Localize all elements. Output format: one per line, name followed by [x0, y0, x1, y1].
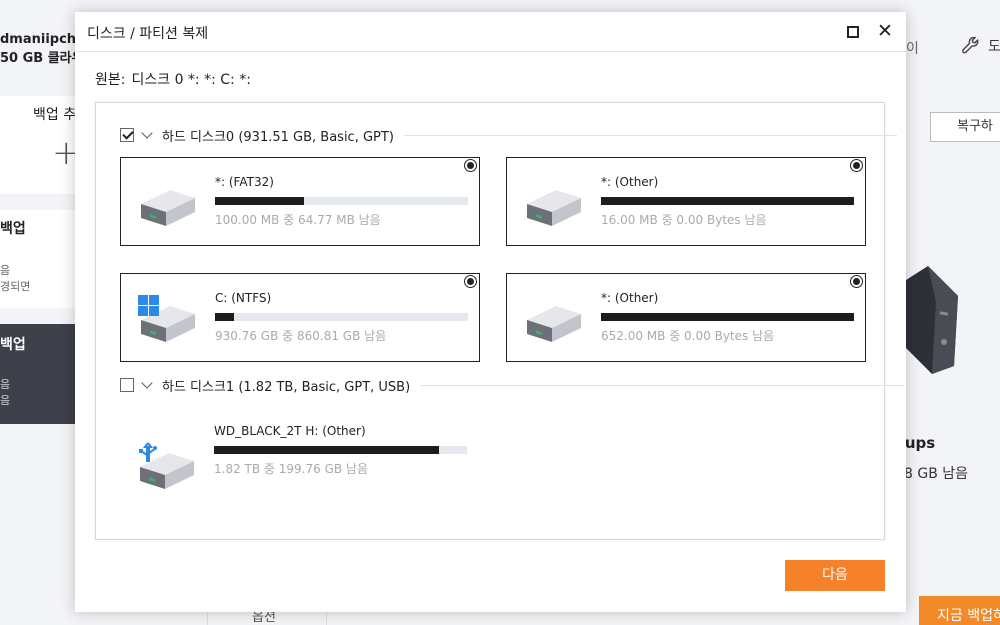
- maximize-icon: [847, 26, 859, 38]
- partition-card[interactable]: *: (FAT32) 100.00 MB 중 64.77 MB 남음: [120, 157, 480, 246]
- backups-size: 8 GB 남음: [906, 466, 969, 482]
- usage-bar: [601, 313, 854, 321]
- partition-name: C: (NTFS): [215, 291, 272, 305]
- close-button[interactable]: ✕: [875, 21, 895, 41]
- partition-name: *: (FAT32): [215, 175, 274, 189]
- backup-card-line: 음: [0, 378, 11, 391]
- divider: [207, 610, 208, 625]
- backup-card[interactable]: 백업 음 경되면: [0, 210, 78, 308]
- usage-bar: [215, 197, 468, 205]
- usage-bar: [215, 313, 468, 321]
- partition-item[interactable]: WD_BLACK_2T H: (Other) 1.82 TB 중 199.76 …: [120, 421, 480, 511]
- divider: [326, 610, 327, 625]
- maximize-button[interactable]: [845, 24, 861, 40]
- dialog-title: 디스크 / 파티션 복제: [87, 26, 209, 42]
- tools-label: 도: [988, 39, 1000, 55]
- partition-card[interactable]: C: (NTFS) 930.76 GB 중 860.81 GB 남음: [120, 273, 480, 362]
- partition-size: 652.00 MB 중 0.00 Bytes 남음: [601, 329, 775, 343]
- partition-card[interactable]: *: (Other) 16.00 MB 중 0.00 Bytes 남음: [506, 157, 866, 246]
- source-line: 원본: 디스크 0 *: *: C: *:: [95, 69, 251, 89]
- usage-bar-fill: [214, 446, 440, 454]
- chevron-down-icon[interactable]: [141, 126, 153, 139]
- partition-size: 930.76 GB 중 860.81 GB 남음: [215, 329, 387, 343]
- header-fragment: 이: [906, 41, 919, 57]
- windows-hdd-icon: [138, 295, 195, 342]
- backup-card-title: 백업: [0, 337, 26, 353]
- partition-name: *: (Other): [601, 291, 659, 305]
- disk0-name: 하드 디스크0 (931.51 GB, Basic, GPT): [162, 129, 394, 145]
- backup-card-line: 음: [0, 264, 11, 277]
- close-icon: ✕: [877, 20, 893, 42]
- backup-card-title: 백업: [0, 221, 26, 237]
- partition-radio[interactable]: [464, 159, 477, 172]
- disk-header: 하드 디스크1 (1.82 TB, Basic, GPT, USB): [120, 375, 905, 395]
- usb-hdd-icon: [139, 442, 194, 489]
- usage-bar: [214, 446, 467, 454]
- clone-dialog: 디스크 / 파티션 복제 ✕ 원본: 디스크 0 *: *: C: *: 하드 디…: [75, 12, 906, 612]
- background-left-pane: dmaniipch@ 50 GB 클라우 백업 추 + 백업 음 경되면 백업 …: [0, 0, 78, 625]
- background-right-pane: 이 도 복구하 ckups 8 GB 남음 지금 백업하: [906, 0, 1000, 625]
- create-backup-card[interactable]: 백업 추 +: [0, 96, 78, 194]
- hdd-icon: [527, 190, 581, 226]
- backup-card-selected[interactable]: 백업 음 음: [0, 324, 78, 424]
- partition-name: WD_BLACK_2T H: (Other): [214, 424, 366, 438]
- backup-card-line: 경되면: [0, 280, 31, 293]
- backup-card-line: 음: [0, 394, 11, 407]
- disk1-checkbox[interactable]: [120, 378, 134, 392]
- usage-bar-fill: [215, 313, 234, 321]
- disk1-name: 하드 디스크1 (1.82 TB, Basic, GPT, USB): [162, 379, 411, 395]
- account-info: dmaniipch@ 50 GB 클라우: [0, 30, 78, 68]
- dialog-header: 디스크 / 파티션 복제 ✕: [75, 12, 906, 52]
- usage-bar: [601, 197, 854, 205]
- tools-menu[interactable]: 도: [962, 36, 1000, 56]
- source-label: 원본:: [95, 72, 126, 88]
- usage-bar-fill: [601, 197, 854, 205]
- usage-bar-fill: [215, 197, 304, 205]
- hdd-icon: [527, 306, 581, 342]
- disk-header: 하드 디스크0 (931.51 GB, Basic, GPT): [120, 125, 897, 145]
- restore-button[interactable]: 복구하: [930, 112, 1000, 142]
- divider: [420, 384, 905, 386]
- disk0-checkbox[interactable]: [120, 128, 134, 142]
- partition-size: 100.00 MB 중 64.77 MB 남음: [215, 213, 381, 227]
- backup-now-button[interactable]: 지금 백업하: [919, 596, 1000, 625]
- partition-card[interactable]: *: (Other) 652.00 MB 중 0.00 Bytes 남음: [506, 273, 866, 362]
- cloud-storage: 50 GB 클라우: [0, 51, 78, 66]
- wrench-icon: [962, 37, 979, 54]
- partition-radio[interactable]: [850, 159, 863, 172]
- hdd-icon: [141, 190, 195, 226]
- disk-list-panel: 하드 디스크0 (931.51 GB, Basic, GPT) *: (FAT3…: [95, 102, 905, 540]
- partition-name: *: (Other): [601, 175, 659, 189]
- partition-size: 16.00 MB 중 0.00 Bytes 남음: [601, 213, 767, 227]
- create-backup-label: 백업 추: [33, 107, 77, 123]
- backups-label: ckups: [906, 434, 936, 452]
- usage-bar-fill: [601, 313, 854, 321]
- source-value: 디스크 0 *: *: C: *:: [131, 72, 251, 88]
- next-button[interactable]: 다음: [785, 560, 885, 591]
- partition-size: 1.82 TB 중 199.76 GB 남음: [214, 462, 368, 476]
- account-email: dmaniipch@: [0, 32, 78, 47]
- divider: [403, 134, 897, 136]
- computer-icon: [906, 266, 958, 374]
- partition-radio[interactable]: [850, 275, 863, 288]
- partition-radio[interactable]: [464, 275, 477, 288]
- chevron-down-icon[interactable]: [141, 376, 153, 389]
